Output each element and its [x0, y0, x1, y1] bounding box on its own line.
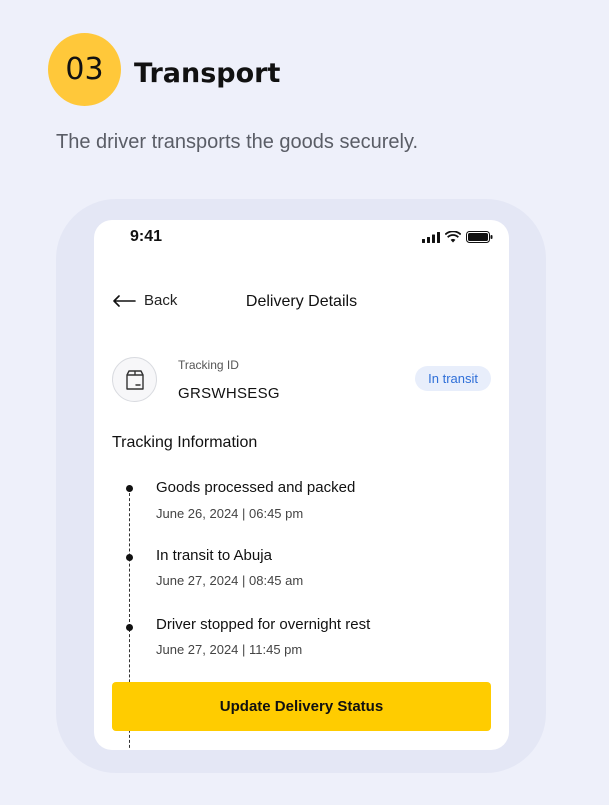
step-number: 03: [65, 52, 104, 87]
status-bar-icons: [422, 231, 493, 243]
update-delivery-status-button[interactable]: Update Delivery Status: [112, 682, 491, 731]
status-badge: In transit: [415, 366, 491, 391]
timeline-dot: [126, 624, 133, 631]
battery-icon: [466, 231, 493, 243]
event-date: June 26, 2024 | 06:45 pm: [156, 506, 304, 521]
event-title: Goods processed and packed: [156, 479, 356, 496]
event-date: June 27, 2024 | 08:45 am: [156, 573, 304, 588]
status-bar-time: 9:41: [130, 228, 163, 245]
phone-screen: 9:41 Back Delivery Details Tracking ID G…: [94, 220, 509, 750]
event-title: In transit to Abuja: [156, 547, 272, 564]
step-title: Transport: [134, 58, 281, 89]
tracking-section-title: Tracking Information: [112, 434, 258, 451]
tracking-id-label: Tracking ID: [178, 358, 239, 372]
cellular-signal-icon: [422, 231, 440, 243]
timeline-dot: [126, 485, 133, 492]
tracking-id-value: GRSWHSESG: [178, 385, 280, 402]
event-date: June 27, 2024 | 11:45 pm: [156, 642, 303, 657]
wifi-icon: [445, 231, 461, 243]
page-title: Delivery Details: [245, 293, 358, 310]
package-box-icon: [125, 369, 144, 390]
step-description: The driver transports the goods securely…: [56, 131, 419, 153]
event-title: Driver stopped for overnight rest: [156, 616, 371, 633]
step-number-badge: 03: [48, 33, 121, 106]
timeline-dot: [126, 554, 133, 561]
package-avatar: [112, 357, 157, 402]
